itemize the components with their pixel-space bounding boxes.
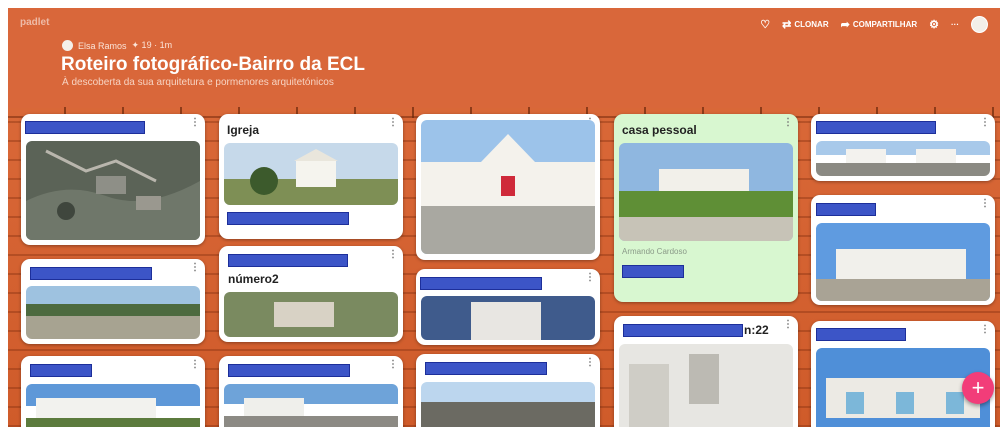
post-card-casa-pessoal[interactable]: casa pessoal ⋮ Armando Cardoso [614,114,798,302]
padlet-logo[interactable]: padlet [20,17,49,28]
share-icon: ➦ [840,19,850,31]
square-panorama-image[interactable] [421,382,595,427]
redacted-title [25,121,145,134]
board-title: Roteiro fotográfico-Bairro da ECL [61,54,366,75]
escola-primaria-image[interactable] [421,120,595,254]
redacted-title [425,362,547,375]
post-meta: ✦ 19 · 1m [131,40,173,50]
board-subtitle: À descoberta da sua arquitetura e pormen… [62,77,334,88]
street-panorama-image[interactable] [224,384,398,427]
post-card[interactable]: ⋮ [811,195,995,305]
post-card[interactable]: ⋮ [416,114,600,260]
redacted-title [816,328,906,341]
heart-icon[interactable]: ♡ [760,18,770,31]
redacted-title [30,267,152,280]
card-menu-icon[interactable]: ⋮ [783,117,793,128]
balcony-detail-image[interactable] [619,344,793,427]
padlet-board: padlet Elsa Ramos ✦ 19 · 1m Roteiro foto… [8,8,1000,427]
post-card-numero2[interactable]: número2 ⋮ [219,246,403,342]
card-author: Armando Cardoso [622,247,687,256]
add-post-button[interactable]: + [962,372,994,404]
post-card[interactable]: ⋮ [21,356,205,427]
houses-row-image[interactable] [816,141,990,176]
card-menu-icon[interactable]: ⋮ [388,359,398,370]
school-building-image[interactable] [26,384,200,427]
card-title: casa pessoal [622,123,697,137]
facade-detail-image[interactable] [421,296,595,340]
clone-button[interactable]: ⇄ CLONAR [782,18,828,31]
church-image[interactable] [224,143,398,205]
card-menu-icon[interactable]: ⋮ [980,117,990,128]
card-menu-icon[interactable]: ⋮ [388,117,398,128]
monument-image[interactable] [224,292,398,337]
card-title: Igreja [227,123,260,137]
redacted-title [30,364,92,377]
card-menu-icon[interactable]: ⋮ [783,319,793,330]
card-menu-icon[interactable]: ⋮ [585,357,595,368]
post-card[interactable]: ⋮ [811,321,995,427]
card-menu-icon[interactable]: ⋮ [190,262,200,273]
post-card[interactable]: ⋮ [416,269,600,345]
redacted-title [420,277,542,290]
post-card[interactable]: ⋮ [416,354,600,427]
post-card[interactable]: ⋮ [219,356,403,427]
author-name[interactable]: Elsa Ramos [78,41,127,51]
author-row: Elsa Ramos ✦ 19 · 1m [62,40,172,51]
more-options-button[interactable]: ··· [951,20,959,29]
share-label: COMPARTILHAR [852,20,918,29]
park-panorama-image[interactable] [26,286,200,339]
card-title: n:22 [744,323,769,337]
post-card[interactable]: ⋮ [811,114,995,181]
top-toolbar: ♡ ⇄ CLONAR ➦ COMPARTILHAR ⚙ ··· [760,16,988,33]
card-menu-icon[interactable]: ⋮ [388,249,398,260]
card-menu-icon[interactable]: ⋮ [585,272,595,283]
card-menu-icon[interactable]: ⋮ [190,117,200,128]
post-card[interactable]: ⋮ [21,259,205,344]
redacted-title [228,364,350,377]
share-button[interactable]: ➦ COMPARTILHAR [841,18,918,31]
card-menu-icon[interactable]: ⋮ [980,198,990,209]
post-card-n22[interactable]: n:22 ⋮ [614,316,798,427]
board-header: padlet Elsa Ramos ✦ 19 · 1m Roteiro foto… [8,8,1000,108]
card-title: número2 [228,272,279,286]
gear-icon[interactable]: ⚙ [929,18,939,31]
white-house-image[interactable] [816,223,990,301]
redacted-title [816,121,936,134]
manor-house-image[interactable] [619,143,793,241]
aerial-map-image[interactable] [26,141,200,240]
clone-label: CLONAR [794,20,829,29]
card-menu-icon[interactable]: ⋮ [190,359,200,370]
redacted-title [623,324,743,337]
author-avatar[interactable] [62,40,73,51]
user-avatar[interactable] [971,16,988,33]
redacted-subtitle [228,254,348,267]
repeat-icon: ⇄ [782,19,792,31]
post-card[interactable]: ⋮ [21,114,205,245]
post-card-igreja[interactable]: Igreja ⋮ [219,114,403,239]
redacted-title [816,203,876,216]
redacted-caption [227,212,349,225]
card-menu-icon[interactable]: ⋮ [980,324,990,335]
redacted-caption [622,265,684,278]
